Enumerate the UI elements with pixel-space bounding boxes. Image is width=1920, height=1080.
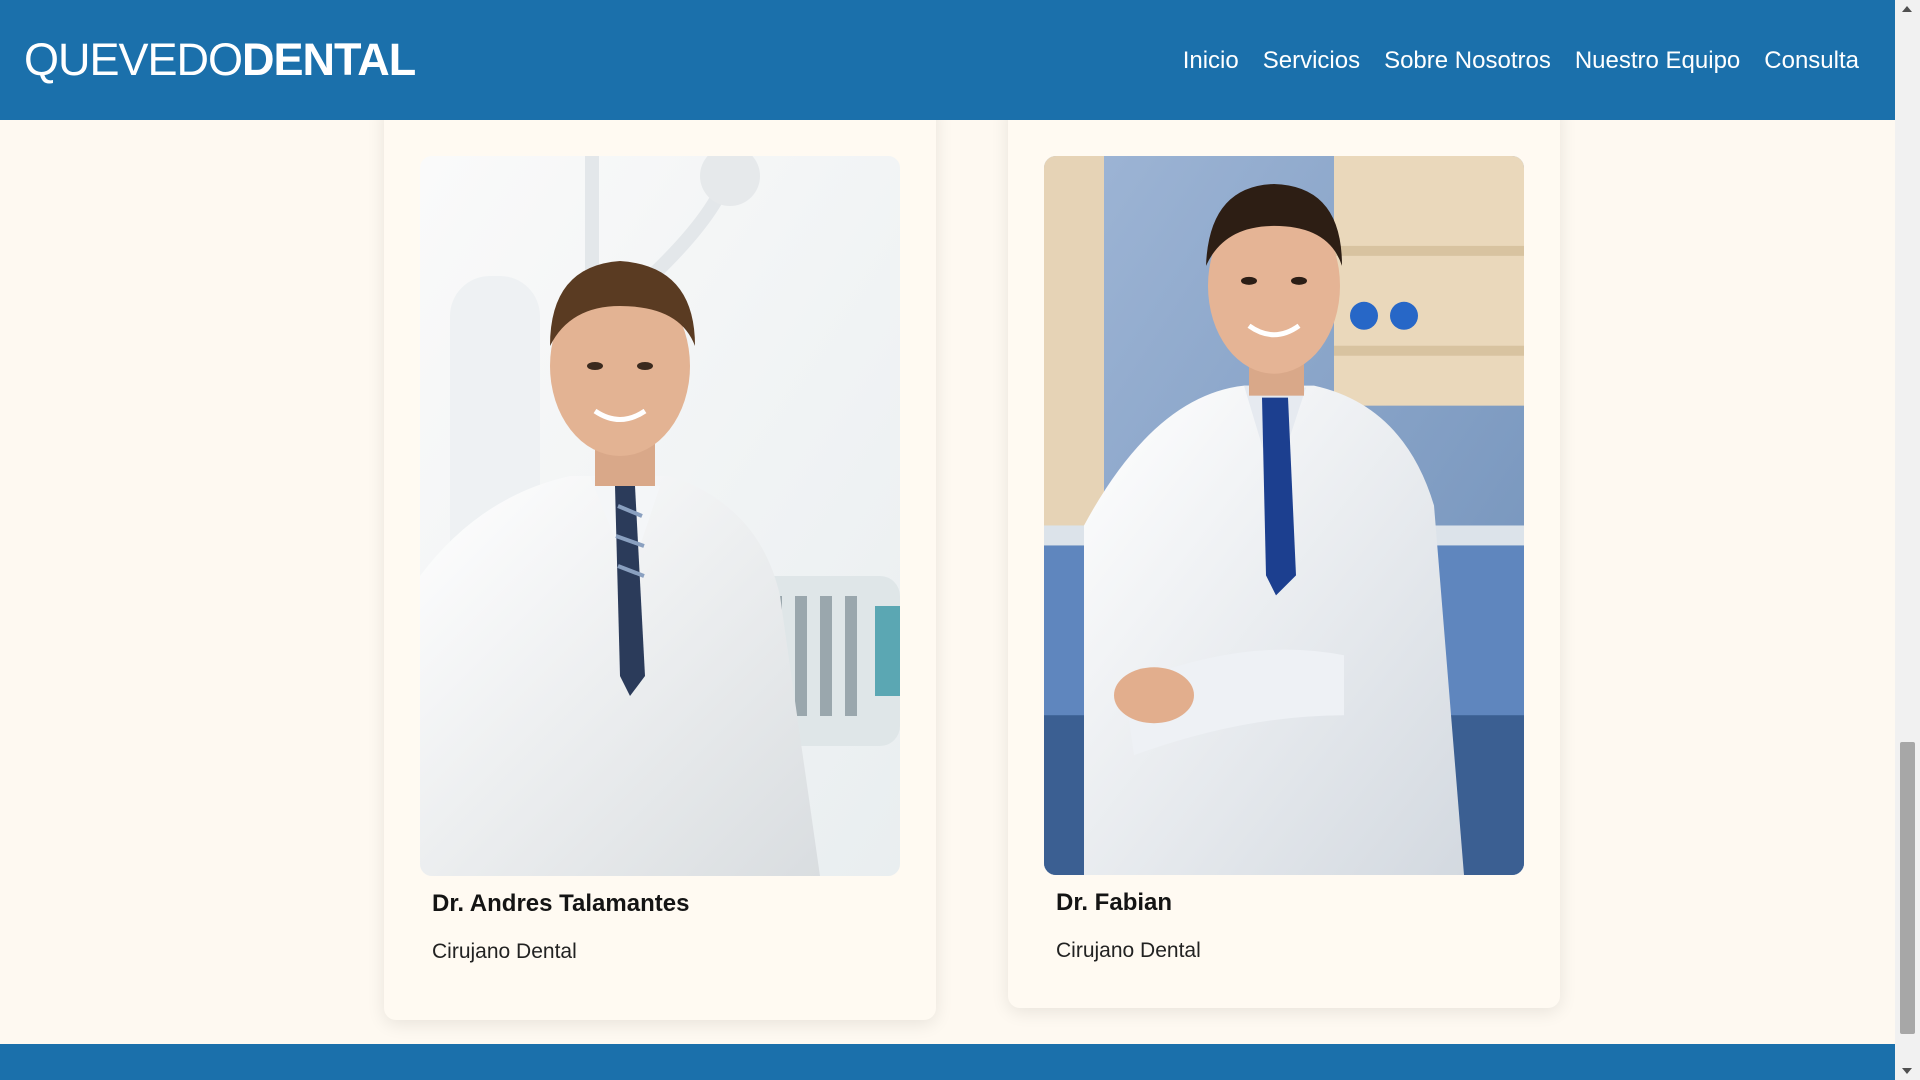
scrollbar-thumb[interactable]	[1900, 742, 1915, 1034]
team-member-name: Dr. Fabian	[1056, 889, 1173, 916]
nav-nuestro-equipo[interactable]: Nuestro Equipo	[1575, 44, 1740, 78]
nav-consulta[interactable]: Consulta	[1764, 44, 1859, 78]
logo-bold-text: DENTAL	[242, 34, 416, 85]
team-card: Dr. Fabian Cirujano Dental	[1008, 100, 1560, 1008]
team-member-role: Cirujano Dental	[432, 940, 577, 963]
footer-band	[0, 1044, 1895, 1080]
nav-sobre-nosotros[interactable]: Sobre Nosotros	[1384, 44, 1551, 78]
dentist-portrait-image	[1044, 156, 1524, 875]
logo-light-text: QUEVEDO	[24, 34, 243, 85]
site-header: QUEVEDODENTAL Inicio Servicios Sobre Nos…	[0, 0, 1895, 120]
team-card: Dr. Andres Talamantes Cirujano Dental	[384, 100, 936, 1020]
team-member-role: Cirujano Dental	[1056, 939, 1201, 962]
scroll-up-arrow-icon[interactable]	[1902, 6, 1912, 12]
dentist-portrait-image	[420, 156, 900, 876]
team-member-name: Dr. Andres Talamantes	[432, 890, 690, 917]
site-logo[interactable]: QUEVEDODENTAL	[24, 34, 416, 86]
vertical-scrollbar[interactable]	[1895, 0, 1920, 1080]
main-nav: Inicio Servicios Sobre Nosotros Nuestro …	[1183, 44, 1859, 78]
nav-servicios[interactable]: Servicios	[1263, 44, 1360, 78]
scroll-down-arrow-icon[interactable]	[1902, 1068, 1912, 1074]
page-viewport: QUEVEDODENTAL Inicio Servicios Sobre Nos…	[0, 0, 1895, 1080]
nav-inicio[interactable]: Inicio	[1183, 44, 1239, 78]
